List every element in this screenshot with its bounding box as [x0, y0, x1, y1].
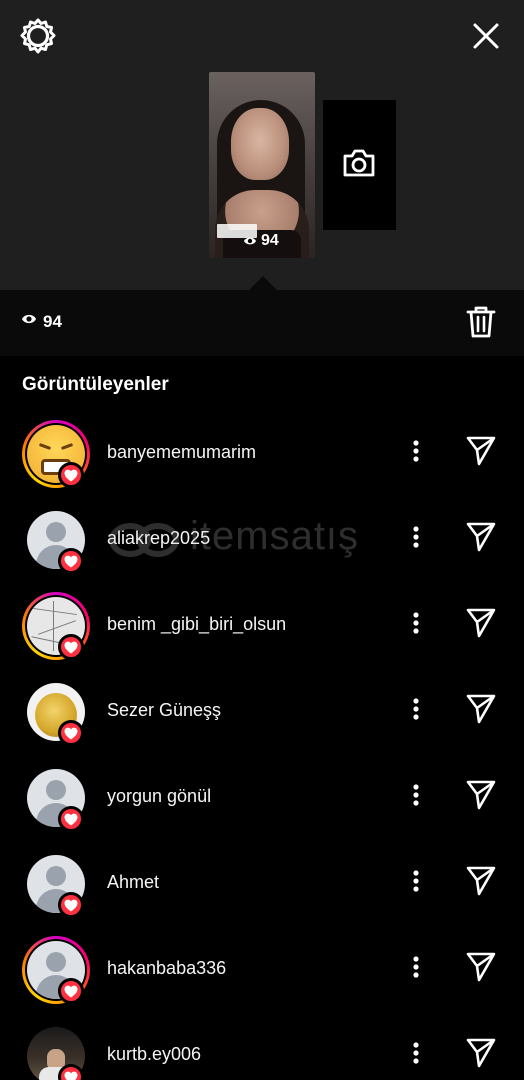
viewer-username[interactable]: hakanbaba336 — [107, 958, 226, 979]
like-badge — [58, 720, 84, 746]
viewer-username[interactable]: kurtb.ey006 — [107, 1044, 201, 1065]
viewer-row[interactable]: Ahmet — [0, 838, 524, 924]
heart-icon — [64, 813, 78, 825]
viewer-row[interactable]: yorgun gönül — [0, 752, 524, 838]
add-story-button[interactable] — [323, 100, 396, 230]
eye-icon — [244, 237, 256, 245]
send-message-icon[interactable] — [465, 864, 497, 896]
viewers-heading: Görüntüleyenler — [22, 374, 169, 395]
close-icon[interactable] — [466, 16, 506, 56]
like-badge — [58, 892, 84, 918]
heart-icon — [64, 985, 78, 997]
heart-icon — [64, 555, 78, 567]
like-badge — [58, 548, 84, 574]
trash-icon[interactable] — [466, 305, 496, 339]
viewer-row[interactable]: kurtb.ey006 — [0, 1010, 524, 1080]
more-options-icon[interactable] — [406, 694, 426, 724]
viewer-username[interactable]: benim _gibi_biri_olsun — [107, 614, 286, 635]
send-message-icon[interactable] — [465, 520, 497, 552]
avatar[interactable] — [22, 1022, 90, 1080]
more-options-icon[interactable] — [406, 608, 426, 638]
like-badge — [58, 634, 84, 660]
send-message-icon[interactable] — [465, 692, 497, 724]
stats-bar: 94 — [0, 290, 524, 356]
heart-icon — [64, 641, 78, 653]
like-badge — [58, 806, 84, 832]
more-options-icon[interactable] — [406, 436, 426, 466]
like-badge — [58, 978, 84, 1004]
camera-icon — [343, 149, 375, 177]
viewer-username[interactable]: Ahmet — [107, 872, 159, 893]
viewer-row[interactable]: hakanbaba336 — [0, 924, 524, 1010]
viewer-username[interactable]: aliakrep2025 — [107, 528, 210, 549]
avatar[interactable] — [22, 936, 90, 1004]
viewer-username[interactable]: yorgun gönül — [107, 786, 211, 807]
avatar[interactable] — [22, 506, 90, 574]
more-options-icon[interactable] — [406, 522, 426, 552]
more-options-icon[interactable] — [406, 780, 426, 810]
avatar[interactable] — [22, 592, 90, 660]
viewer-row[interactable]: benim _gibi_biri_olsun — [0, 580, 524, 666]
heart-icon — [64, 899, 78, 911]
send-message-icon[interactable] — [465, 950, 497, 982]
viewers-list: banyememumarim aliakrep2025 benim _gibi_bi… — [0, 408, 524, 1080]
selection-pointer — [249, 276, 277, 290]
heart-icon — [64, 1071, 78, 1080]
view-count: 94 — [43, 312, 62, 331]
viewer-row[interactable]: banyememumarim — [0, 408, 524, 494]
viewer-row[interactable]: Sezer Güneşş — [0, 666, 524, 752]
send-message-icon[interactable] — [465, 778, 497, 810]
heart-icon — [64, 727, 78, 739]
viewer-row[interactable]: aliakrep2025 — [0, 494, 524, 580]
story-view-count: 94 — [243, 232, 279, 250]
send-message-icon[interactable] — [465, 434, 497, 466]
eye-icon — [22, 314, 36, 324]
avatar[interactable] — [22, 764, 90, 832]
viewer-username[interactable]: banyememumarim — [107, 442, 256, 463]
more-options-icon[interactable] — [406, 952, 426, 982]
more-options-icon[interactable] — [406, 1038, 426, 1068]
like-badge — [58, 462, 84, 488]
more-options-icon[interactable] — [406, 866, 426, 896]
story-thumbnail[interactable]: 94 — [209, 72, 315, 258]
heart-icon — [64, 469, 78, 481]
send-message-icon[interactable] — [465, 606, 497, 638]
avatar[interactable] — [22, 678, 90, 746]
viewer-username[interactable]: Sezer Güneşş — [107, 700, 221, 721]
avatar[interactable] — [22, 420, 90, 488]
story-preview-area: 94 — [0, 0, 524, 290]
gear-icon[interactable] — [18, 16, 58, 56]
avatar[interactable] — [22, 850, 90, 918]
send-message-icon[interactable] — [465, 1036, 497, 1068]
